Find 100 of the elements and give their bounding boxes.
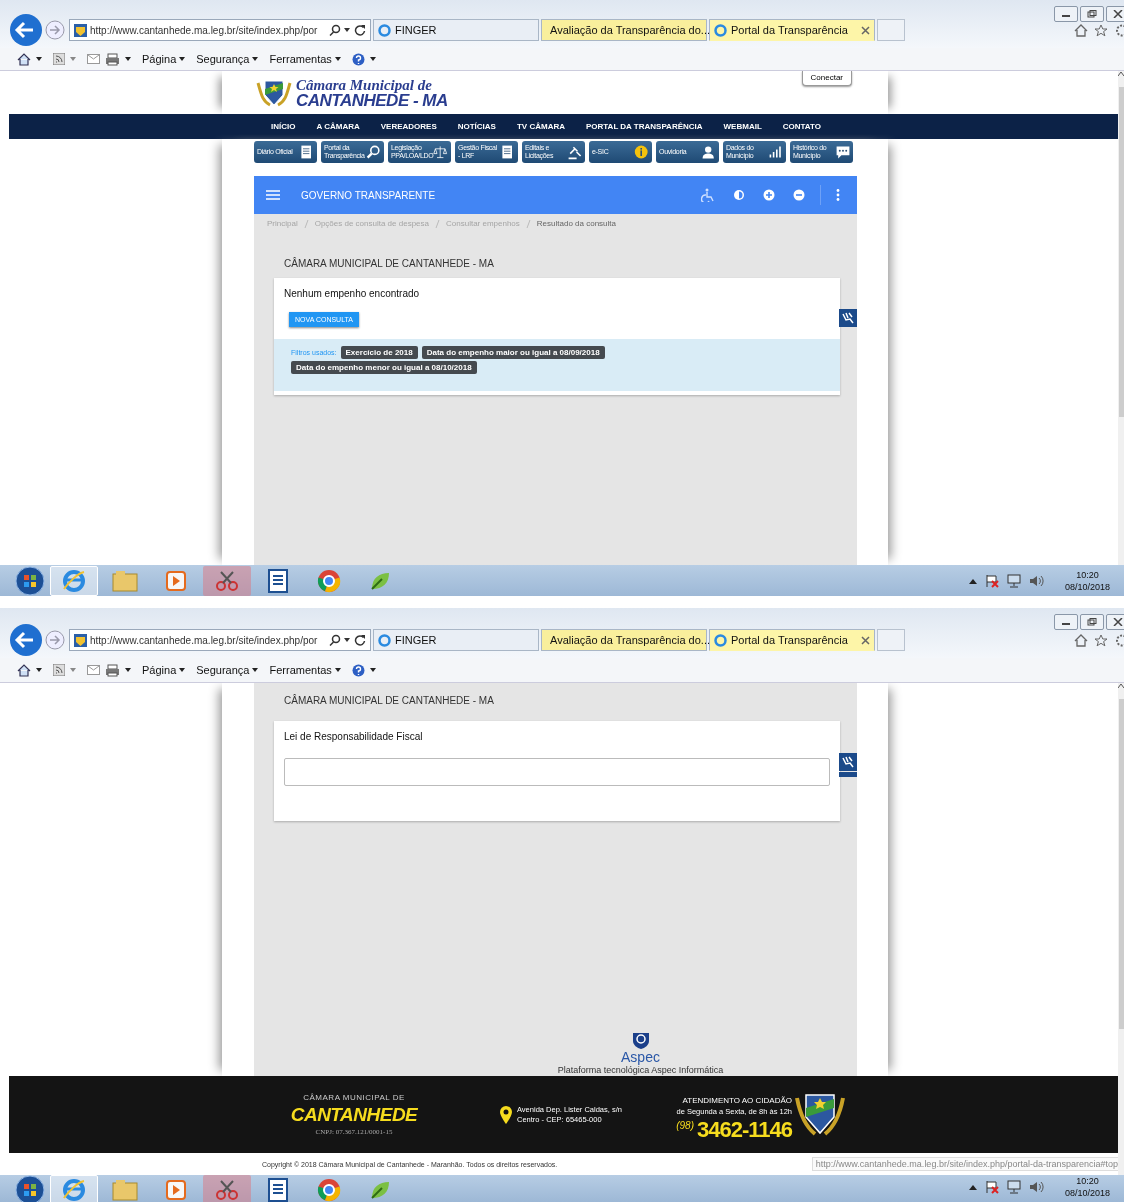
start-button[interactable]	[13, 1175, 47, 1202]
address-bar[interactable]: http://www.cantanhede.ma.leg.br/site/index.php/por	[69, 19, 371, 41]
info-icon	[634, 144, 650, 160]
scissors-icon[interactable]	[215, 569, 239, 592]
select-field[interactable]	[284, 758, 830, 786]
refresh-icon[interactable]	[354, 24, 366, 36]
sign-language-icon[interactable]	[839, 753, 857, 777]
settings-icon[interactable]	[1114, 23, 1124, 37]
menu-item[interactable]: Ferramentas	[269, 53, 332, 65]
scrollbar-thumb[interactable]	[1118, 87, 1124, 417]
home-icon[interactable]	[1074, 633, 1088, 647]
browser-icon[interactable]	[62, 1178, 86, 1202]
minimize-button[interactable]	[1054, 6, 1078, 22]
scrollbar[interactable]	[1118, 683, 1124, 1175]
network-icon[interactable]	[1006, 573, 1021, 588]
network-icon[interactable]	[1006, 1180, 1021, 1194]
result-message: Nenhum empenho encontrado	[283, 288, 421, 299]
show-hidden-icons-icon[interactable]	[968, 577, 977, 584]
menu-icon[interactable]	[266, 190, 280, 200]
settings-icon[interactable]	[1114, 633, 1124, 647]
sign-language-icon[interactable]	[839, 309, 857, 327]
document-icon[interactable]	[268, 568, 288, 593]
connect-button[interactable]: Conectar	[801, 71, 852, 86]
speaker-icon[interactable]	[1028, 1180, 1045, 1194]
scrollbar-thumb[interactable]	[1118, 699, 1124, 1029]
home-icon[interactable]	[1074, 23, 1088, 37]
footer-service-title: ATENDIMENTO AO CIDADÃO	[682, 1094, 792, 1106]
speaker-icon[interactable]	[1028, 573, 1045, 588]
clock[interactable]: 10:20 08/10/2018	[1064, 1175, 1110, 1199]
mail-icon[interactable]	[87, 665, 100, 675]
section-heading: CÂMARA MUNICIPAL DE CANTANHEDE - MA	[283, 693, 495, 708]
menu-item[interactable]: Página	[142, 664, 177, 676]
browser-tab[interactable]: Portal da Transparência	[709, 629, 875, 651]
print-icon[interactable]	[105, 663, 120, 677]
browser-tab[interactable]: Portal da Transparência	[709, 19, 875, 41]
browser-tab[interactable]: Avaliação da Transparência do...	[541, 19, 707, 41]
document-icon[interactable]	[268, 1178, 288, 1202]
zoom-out-icon[interactable]	[793, 189, 805, 201]
search-icon[interactable]	[329, 24, 351, 36]
favorites-star-icon[interactable]	[1094, 633, 1108, 647]
help-icon[interactable]	[351, 663, 365, 677]
nav-link[interactable]: NOTÍCIAS	[457, 122, 496, 131]
scroll-up-icon[interactable]	[1118, 683, 1124, 689]
mail-icon[interactable]	[87, 54, 100, 64]
menu-item[interactable]: Segurança	[196, 53, 250, 65]
home-icon[interactable]	[17, 52, 31, 66]
feed-icon[interactable]	[53, 53, 65, 65]
nav-link[interactable]: INÍCIO	[271, 122, 296, 131]
close-tab-icon[interactable]	[861, 25, 870, 35]
address-bar[interactable]: http://www.cantanhede.ma.leg.br/site/index.php/por	[69, 629, 371, 651]
leaf-app-icon[interactable]	[369, 1179, 391, 1201]
home-icon[interactable]	[17, 663, 31, 677]
contrast-icon[interactable]	[733, 189, 745, 201]
menu-item[interactable]: Segurança	[196, 664, 250, 676]
start-button[interactable]	[13, 565, 47, 596]
menu-item[interactable]: Página	[142, 53, 177, 65]
nav-link[interactable]: VEREADORES	[380, 122, 437, 131]
zoom-in-icon[interactable]	[763, 189, 775, 201]
forward-button[interactable]	[45, 630, 65, 650]
close-button[interactable]	[1106, 614, 1124, 630]
scroll-up-icon[interactable]	[1118, 71, 1124, 77]
close-button[interactable]	[1106, 6, 1124, 22]
clock[interactable]: 10:20 08/10/2018	[1064, 568, 1110, 593]
accessibility-icon[interactable]	[701, 188, 715, 202]
flag-icon[interactable]	[984, 573, 999, 588]
browser-tab[interactable]: FINGER	[373, 19, 539, 41]
browser-tab[interactable]: Avaliação da Transparência do...	[541, 629, 707, 651]
nav-link[interactable]: CONTATO	[782, 122, 821, 131]
back-button[interactable]	[9, 13, 43, 47]
footer-phone: 3462-1146	[697, 1116, 792, 1143]
back-button[interactable]	[9, 623, 43, 657]
platform-logo-text: Aspec	[621, 1049, 660, 1065]
flag-icon[interactable]	[984, 1180, 999, 1194]
browser-tab[interactable]: FINGER	[373, 629, 539, 651]
more-options-icon[interactable]	[836, 189, 840, 201]
feed-icon[interactable]	[53, 664, 65, 676]
refresh-icon[interactable]	[354, 634, 366, 646]
show-hidden-icons-icon[interactable]	[968, 1184, 977, 1190]
nav-link[interactable]: PORTAL DA TRANSPARÊNCIA	[585, 122, 703, 131]
close-tab-icon[interactable]	[861, 635, 870, 645]
nav-link[interactable]: WEBMAIL	[723, 122, 762, 131]
search-icon[interactable]	[329, 634, 351, 646]
minimize-button[interactable]	[1054, 614, 1078, 630]
nav-link[interactable]: TV CÂMARA	[516, 122, 565, 131]
scrollbar[interactable]	[1118, 71, 1124, 565]
scissors-icon[interactable]	[215, 1179, 239, 1201]
chrome-icon[interactable]	[317, 568, 341, 593]
restore-button[interactable]	[1080, 614, 1104, 630]
restore-icon	[1087, 618, 1097, 626]
favorites-star-icon[interactable]	[1094, 23, 1108, 37]
browser-icon[interactable]	[62, 568, 86, 593]
chrome-icon[interactable]	[317, 1178, 341, 1202]
print-icon[interactable]	[105, 52, 120, 66]
media-player-icon[interactable]	[165, 1179, 187, 1201]
media-player-icon[interactable]	[165, 569, 187, 592]
help-icon[interactable]	[351, 52, 365, 66]
restore-button[interactable]	[1080, 6, 1104, 22]
nav-link[interactable]: A CÂMARA	[316, 122, 360, 131]
menu-item[interactable]: Ferramentas	[269, 664, 332, 676]
forward-button[interactable]	[45, 20, 65, 40]
